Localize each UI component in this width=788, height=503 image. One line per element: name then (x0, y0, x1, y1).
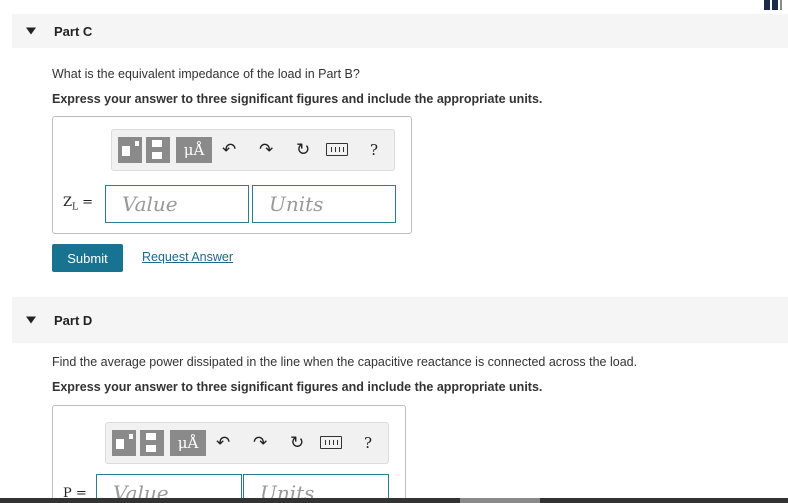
reset-icon[interactable]: ↻ (296, 140, 310, 160)
templates-icon[interactable] (112, 430, 164, 456)
part-d-question: Find the average power dissipated in the… (52, 355, 638, 369)
collapse-triangle-icon[interactable] (26, 27, 36, 35)
part-c-instruction: Express your answer to three significant… (52, 92, 543, 106)
part-c-answer-box: μÅ ↶ ↷ ↻ ? ZL = Value Units (52, 116, 412, 234)
corner-indicator (764, 0, 788, 10)
collapse-triangle-icon[interactable] (26, 316, 36, 324)
math-toolbar: μÅ ↶ ↷ ↻ ? (105, 422, 389, 464)
submit-button[interactable]: Submit (52, 244, 123, 272)
help-icon[interactable]: ? (370, 141, 378, 159)
reset-icon[interactable]: ↻ (290, 433, 304, 453)
part-c-question: What is the equivalent impedance of the … (52, 67, 360, 81)
undo-icon[interactable]: ↶ (222, 140, 236, 160)
redo-icon[interactable]: ↷ (259, 140, 273, 160)
units-icon[interactable]: μÅ (176, 137, 212, 163)
keyboard-icon[interactable] (326, 143, 348, 156)
undo-icon[interactable]: ↶ (216, 433, 230, 453)
help-icon[interactable]: ? (364, 434, 372, 452)
request-answer-link[interactable]: Request Answer (142, 250, 233, 264)
part-c-title: Part C (54, 23, 93, 39)
units-icon[interactable]: μÅ (170, 430, 206, 456)
part-d-answer-box: μÅ ↶ ↷ ↻ ? P = Value Units (52, 405, 406, 503)
templates-icon[interactable] (118, 137, 170, 163)
part-d-instruction: Express your answer to three significant… (52, 380, 543, 394)
units-input[interactable]: Units (252, 185, 396, 223)
redo-icon[interactable]: ↷ (253, 433, 267, 453)
value-input[interactable]: Value (105, 185, 249, 223)
zl-label: ZL = (63, 195, 94, 213)
part-d-header[interactable]: Part D (12, 297, 788, 343)
part-c-header[interactable]: Part C (12, 14, 788, 48)
bottom-scrollbar[interactable] (0, 498, 788, 503)
math-toolbar: μÅ ↶ ↷ ↻ ? (111, 129, 395, 171)
part-d-title: Part D (54, 312, 93, 328)
keyboard-icon[interactable] (320, 436, 342, 449)
